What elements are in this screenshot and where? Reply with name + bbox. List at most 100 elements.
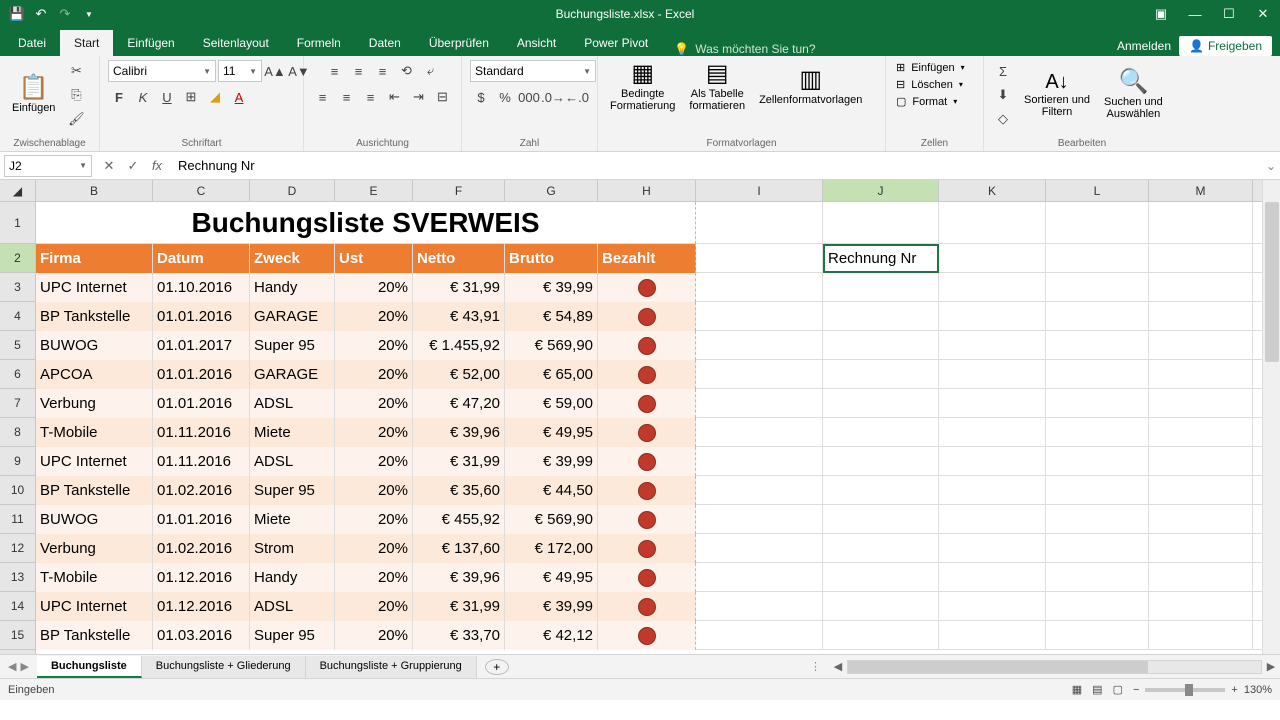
cell[interactable]	[939, 202, 1046, 244]
save-icon[interactable]: 💾	[6, 3, 28, 25]
cell[interactable]	[1046, 202, 1149, 244]
insert-cells-button[interactable]: ⊞Einfügen▾	[894, 60, 967, 75]
copy-icon[interactable]: ⎘	[65, 84, 87, 106]
align-top-icon[interactable]: ≡	[324, 60, 346, 82]
increase-font-icon[interactable]: A▲	[264, 60, 286, 82]
col-header-E[interactable]: E	[335, 180, 413, 201]
row-header-4[interactable]: 4	[0, 302, 35, 331]
vertical-scrollbar[interactable]	[1262, 180, 1280, 654]
cell-zweck[interactable]: Strom	[250, 534, 335, 563]
cell[interactable]	[1149, 476, 1253, 505]
cell[interactable]	[1046, 273, 1149, 302]
cell[interactable]	[939, 360, 1046, 389]
cell-firma[interactable]: Verbung	[36, 389, 153, 418]
font-color-icon[interactable]: A	[228, 86, 250, 108]
view-normal-icon[interactable]: ▦	[1072, 683, 1082, 696]
cell[interactable]	[823, 563, 939, 592]
cell-firma[interactable]: BP Tankstelle	[36, 302, 153, 331]
autosum-icon[interactable]: Σ	[992, 60, 1014, 82]
cell-datum[interactable]: 01.01.2016	[153, 302, 250, 331]
percent-icon[interactable]: %	[494, 86, 516, 108]
format-cells-button[interactable]: ▢Format▾	[894, 94, 959, 109]
cell[interactable]	[696, 331, 823, 360]
cell-netto[interactable]: € 43,91	[413, 302, 505, 331]
cell-datum[interactable]: 01.11.2016	[153, 447, 250, 476]
cell-firma[interactable]: UPC Internet	[36, 592, 153, 621]
maximize-icon[interactable]: ☐	[1212, 0, 1246, 28]
currency-icon[interactable]: $	[470, 86, 492, 108]
cell[interactable]	[696, 202, 823, 244]
row-header-9[interactable]: 9	[0, 447, 35, 476]
cell-zweck[interactable]: Handy	[250, 563, 335, 592]
tab-review[interactable]: Überprüfen	[415, 30, 503, 56]
cancel-icon[interactable]: ✕	[98, 155, 120, 177]
col-header-F[interactable]: F	[413, 180, 505, 201]
cell-ust[interactable]: 20%	[335, 534, 413, 563]
cell[interactable]	[823, 389, 939, 418]
cell-bezahlt[interactable]	[598, 592, 696, 621]
cell[interactable]	[823, 202, 939, 244]
cell-netto[interactable]: € 39,96	[413, 563, 505, 592]
cell-zweck[interactable]: Super 95	[250, 621, 335, 650]
cell[interactable]	[823, 447, 939, 476]
horizontal-scrollbar[interactable]: ⋮ ◀ ▶	[810, 660, 1280, 674]
cell-brutto[interactable]: € 569,90	[505, 331, 598, 360]
cell[interactable]	[823, 505, 939, 534]
table-header[interactable]: Datum	[153, 244, 250, 273]
cell-datum[interactable]: 01.11.2016	[153, 418, 250, 447]
cell[interactable]	[1149, 418, 1253, 447]
cell-ust[interactable]: 20%	[335, 418, 413, 447]
cell-brutto[interactable]: € 569,90	[505, 505, 598, 534]
cell[interactable]	[1149, 360, 1253, 389]
merge-icon[interactable]: ⊟	[432, 86, 454, 108]
table-header[interactable]: Zweck	[250, 244, 335, 273]
cell-datum[interactable]: 01.12.2016	[153, 563, 250, 592]
cell[interactable]	[823, 534, 939, 563]
cell-brutto[interactable]: € 39,99	[505, 273, 598, 302]
cell-ust[interactable]: 20%	[335, 331, 413, 360]
cell-zweck[interactable]: Super 95	[250, 476, 335, 505]
sheet-nav-first-icon[interactable]: ◀	[8, 660, 16, 673]
cell-datum[interactable]: 01.10.2016	[153, 273, 250, 302]
format-painter-icon[interactable]: 🖌	[65, 108, 87, 130]
tab-pagelayout[interactable]: Seitenlayout	[189, 30, 283, 56]
cell[interactable]	[1046, 534, 1149, 563]
cell-firma[interactable]: Verbung	[36, 534, 153, 563]
cell-ust[interactable]: 20%	[335, 447, 413, 476]
cell[interactable]	[696, 534, 823, 563]
cell[interactable]	[1149, 331, 1253, 360]
cell-zweck[interactable]: Handy	[250, 273, 335, 302]
cell[interactable]	[939, 273, 1046, 302]
cell-ust[interactable]: 20%	[335, 621, 413, 650]
fill-color-icon[interactable]: ◢	[204, 86, 226, 108]
align-left-icon[interactable]: ≡	[312, 86, 334, 108]
share-button[interactable]: 👤 Freigeben	[1179, 36, 1272, 56]
cell-ust[interactable]: 20%	[335, 389, 413, 418]
cell[interactable]	[696, 592, 823, 621]
zoom-level[interactable]: 130%	[1244, 684, 1272, 696]
col-header-D[interactable]: D	[250, 180, 335, 201]
orientation-icon[interactable]: ⟲	[396, 60, 418, 82]
ribbon-options-icon[interactable]: ▣	[1144, 0, 1178, 28]
increase-decimal-icon[interactable]: .0→	[542, 86, 564, 108]
cell[interactable]	[1149, 447, 1253, 476]
row-header-10[interactable]: 10	[0, 476, 35, 505]
col-header-C[interactable]: C	[153, 180, 250, 201]
minimize-icon[interactable]: —	[1178, 0, 1212, 28]
cell-firma[interactable]: BUWOG	[36, 505, 153, 534]
cell-firma[interactable]: BUWOG	[36, 331, 153, 360]
signin-link[interactable]: Anmelden	[1117, 39, 1171, 53]
cell-netto[interactable]: € 35,60	[413, 476, 505, 505]
cell-bezahlt[interactable]	[598, 389, 696, 418]
cell-datum[interactable]: 01.12.2016	[153, 592, 250, 621]
cell-brutto[interactable]: € 54,89	[505, 302, 598, 331]
add-sheet-button[interactable]: +	[485, 659, 509, 675]
tab-file[interactable]: Datei	[4, 30, 60, 56]
format-as-table-button[interactable]: ▤Als Tabelle formatieren	[685, 60, 749, 114]
cell-bezahlt[interactable]	[598, 476, 696, 505]
cell[interactable]	[823, 476, 939, 505]
table-header[interactable]: Brutto	[505, 244, 598, 273]
col-header-B[interactable]: B	[36, 180, 153, 201]
cell-ust[interactable]: 20%	[335, 476, 413, 505]
cell[interactable]	[823, 331, 939, 360]
